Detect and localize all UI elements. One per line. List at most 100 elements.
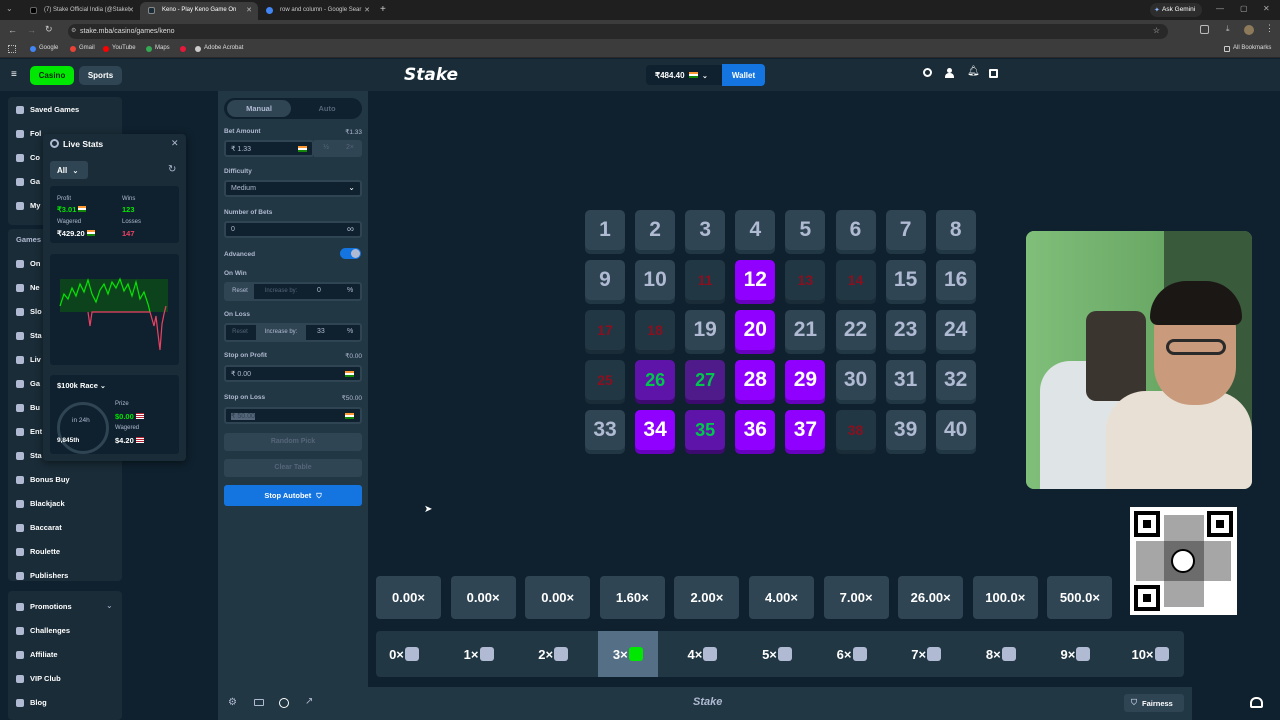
popout-icon[interactable]: ↗ — [305, 696, 313, 707]
keno-tile[interactable]: 8 — [935, 210, 976, 250]
settings-icon[interactable]: ⚙ — [228, 697, 237, 708]
sidebar-game-item[interactable]: On — [16, 259, 40, 268]
bookmark-youtube[interactable]: YouTube — [103, 45, 136, 52]
sports-button[interactable]: Sports — [79, 66, 122, 85]
sidebar-item-collection[interactable]: Co — [16, 153, 40, 162]
forward-icon[interactable]: → — [27, 25, 36, 35]
keno-tile[interactable]: 40 — [935, 410, 976, 450]
browser-tab[interactable]: (7) Stake Official India (@StakeI ✕ — [22, 2, 140, 20]
keno-tile[interactable]: 19 — [685, 310, 726, 350]
keno-tile[interactable]: 28 — [735, 360, 776, 400]
sidebar-game-item[interactable]: Bu — [16, 403, 40, 412]
keno-tile[interactable]: 15 — [885, 260, 926, 300]
keno-tile[interactable]: 14 — [835, 260, 876, 300]
keno-tile[interactable]: 36 — [735, 410, 776, 450]
keno-tile[interactable]: 37 — [785, 410, 826, 450]
hamburger-menu-icon[interactable]: ≡ — [11, 69, 17, 80]
browser-tab[interactable]: row and column - Google Sear ✕ — [258, 2, 376, 20]
on-loss-reset-button[interactable]: Reset — [226, 325, 254, 340]
theatre-mode-icon[interactable] — [254, 699, 264, 706]
keno-tile[interactable]: 38 — [835, 410, 876, 450]
bookmark-adobe[interactable]: Adobe Acrobat — [195, 45, 243, 52]
stats-chart-icon[interactable] — [279, 698, 289, 708]
stop-on-loss-input[interactable]: ₹ 50.00 — [224, 407, 362, 424]
bookmark-maps[interactable]: Maps — [146, 45, 170, 52]
sidebar-item-favourites[interactable]: Fol — [16, 129, 41, 138]
on-win-increase-button[interactable]: Increase by: — [256, 284, 306, 299]
close-icon[interactable]: ✕ — [364, 6, 370, 14]
number-of-bets-input[interactable]: 0 ∞ — [224, 221, 362, 238]
keno-tile[interactable]: 13 — [785, 260, 826, 300]
sidebar-bottom-item[interactable]: Promotions — [16, 602, 72, 611]
stake-logo[interactable]: Stake — [404, 65, 458, 85]
ask-gemini-button[interactable]: ✦ Ask Gemini — [1150, 3, 1202, 17]
download-icon[interactable]: ⤓ — [1226, 24, 1230, 34]
extensions-icon[interactable] — [1200, 25, 1209, 34]
on-loss-input[interactable]: 33 — [317, 328, 325, 335]
keno-tile[interactable]: 21 — [785, 310, 826, 350]
difficulty-select[interactable]: Medium ⌄ — [224, 180, 362, 197]
live-support-icon[interactable] — [1250, 697, 1263, 708]
keno-tile[interactable]: 26 — [635, 360, 676, 400]
keno-tile[interactable]: 4 — [735, 210, 776, 250]
fairness-button[interactable]: ⛉ Fairness — [1124, 694, 1184, 712]
sidebar-item-my-bets[interactable]: My — [16, 201, 40, 210]
keno-tile[interactable]: 11 — [685, 260, 726, 300]
sidebar-game-item[interactable]: Ga — [16, 379, 40, 388]
keno-tile[interactable]: 10 — [635, 260, 676, 300]
site-info-icon[interactable]: ⚙ — [71, 27, 76, 34]
reload-icon[interactable]: ↻ — [45, 24, 53, 35]
stats-filter-select[interactable]: All ⌄ — [50, 161, 88, 179]
refresh-icon[interactable]: ↻ — [168, 164, 176, 175]
on-win-input[interactable]: 0 — [317, 287, 321, 294]
bookmark-star-icon[interactable]: ☆ — [1153, 26, 1160, 35]
keno-tile[interactable]: 20 — [735, 310, 776, 350]
keno-tile[interactable]: 1 — [585, 210, 625, 250]
keno-tile[interactable]: 12 — [735, 260, 776, 300]
keno-tile[interactable]: 33 — [585, 410, 625, 450]
keno-tile[interactable]: 34 — [635, 410, 676, 450]
sidebar-game-item[interactable]: Roulette — [16, 547, 60, 556]
casino-button[interactable]: Casino — [30, 66, 74, 85]
sidebar-bottom-item[interactable]: Challenges — [16, 626, 70, 635]
keno-tile[interactable]: 9 — [585, 260, 625, 300]
keno-tile[interactable]: 5 — [785, 210, 826, 250]
tab-manual[interactable]: Manual — [227, 100, 291, 117]
close-icon[interactable]: ✕ — [246, 6, 252, 14]
sidebar-bottom-item[interactable]: Affiliate — [16, 650, 58, 659]
minimize-icon[interactable]: — — [1216, 4, 1224, 13]
maximize-icon[interactable]: ▢ — [1240, 4, 1248, 13]
keno-tile[interactable]: 6 — [835, 210, 876, 250]
race-title[interactable]: $100k Race ⌄ — [57, 381, 106, 390]
back-icon[interactable]: ← — [8, 25, 17, 35]
tab-search-icon[interactable]: ⌄ — [6, 4, 13, 13]
keno-tile[interactable]: 25 — [585, 360, 625, 400]
keno-tile[interactable]: 23 — [885, 310, 926, 350]
stop-on-profit-input[interactable]: ₹ 0.00 — [224, 365, 362, 382]
sidebar-game-item[interactable]: Sta — [16, 451, 42, 460]
sidebar-game-item[interactable]: Liv — [16, 355, 41, 364]
window-close-icon[interactable]: ✕ — [1263, 4, 1270, 13]
keno-tile[interactable]: 29 — [785, 360, 826, 400]
sidebar-game-item[interactable]: Bonus Buy — [16, 475, 70, 484]
keno-tile[interactable]: 7 — [885, 210, 926, 250]
user-icon[interactable] — [945, 68, 954, 78]
wallet-button[interactable]: Wallet — [722, 64, 765, 86]
keno-tile[interactable]: 16 — [935, 260, 976, 300]
half-button[interactable]: ½ — [314, 140, 338, 157]
bell-icon[interactable]: 🔔︎ — [967, 66, 980, 77]
keno-tile[interactable]: 35 — [685, 410, 726, 450]
keno-tile[interactable]: 30 — [835, 360, 876, 400]
bookmark-gmail[interactable]: Gmail — [70, 45, 95, 52]
close-icon[interactable]: ✕ — [128, 6, 134, 14]
sidebar-item-saved-games[interactable]: Saved Games — [16, 105, 79, 114]
keno-tile[interactable]: 24 — [935, 310, 976, 350]
profile-icon[interactable] — [1244, 25, 1254, 35]
random-pick-button[interactable]: Random Pick — [224, 433, 362, 451]
sidebar-toggle-icon[interactable] — [989, 69, 998, 78]
tab-auto[interactable]: Auto — [295, 100, 359, 117]
sidebar-game-item[interactable]: Ne — [16, 283, 40, 292]
sidebar-game-item[interactable]: Slo — [16, 307, 42, 316]
balance-display[interactable]: ₹484.40 ⌄ — [646, 65, 722, 85]
clear-table-button[interactable]: Clear Table — [224, 459, 362, 477]
